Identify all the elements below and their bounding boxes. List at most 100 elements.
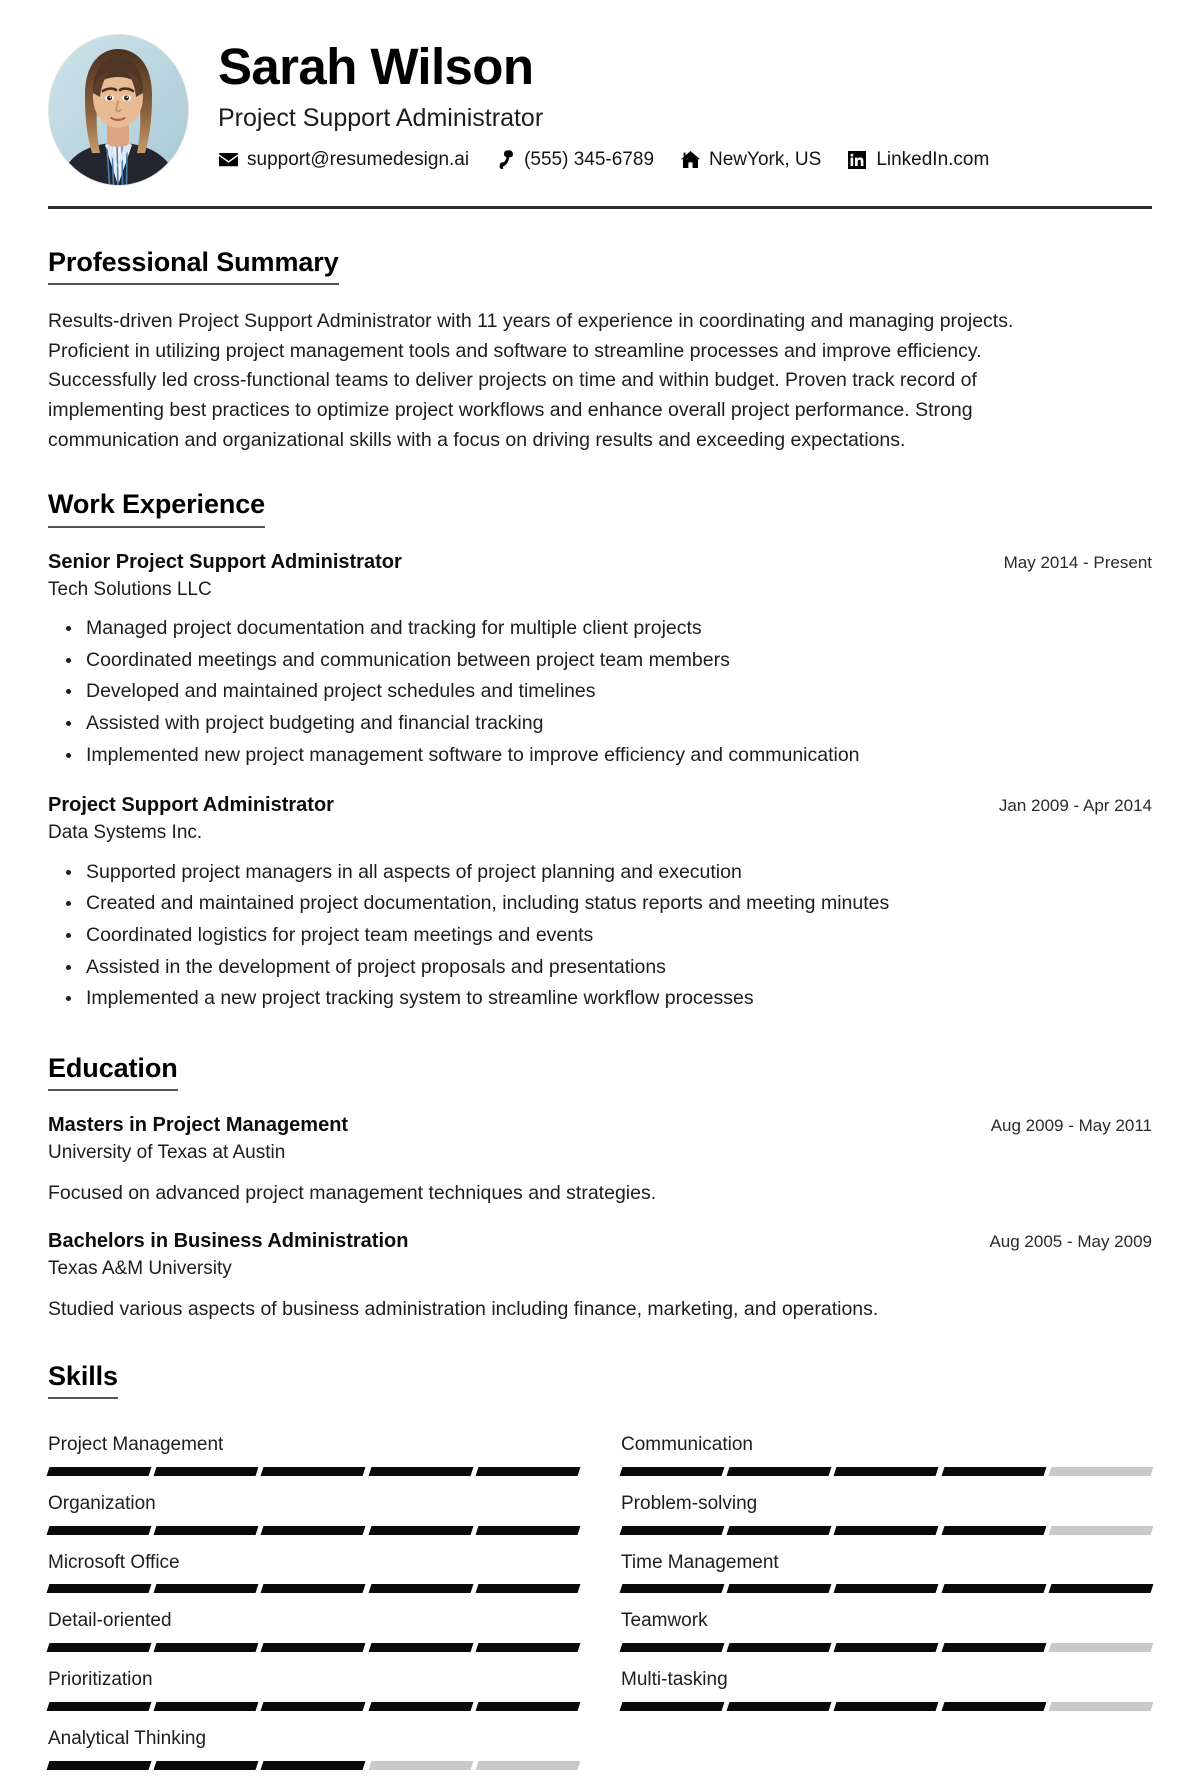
skill-item: Microsoft Office [46, 1535, 581, 1594]
education-entry: Masters in Project Management Aug 2009 -… [48, 1113, 1152, 1207]
skill-level-bar [46, 1584, 581, 1594]
skill-item: Analytical Thinking [46, 1711, 581, 1770]
skill-item: Prioritization [46, 1652, 581, 1711]
avatar [48, 35, 188, 185]
skill-level-bar [46, 1760, 581, 1770]
work-role: Project Support Administrator [48, 794, 334, 817]
linkedin-icon [847, 150, 867, 169]
list-item: Supported project managers in all aspect… [66, 857, 1152, 889]
skill-segment-filled [153, 1701, 259, 1711]
list-item: Created and maintained project documenta… [66, 888, 1152, 920]
skill-segment-filled [1048, 1584, 1154, 1594]
list-item: Assisted in the development of project p… [66, 952, 1152, 984]
skill-level-bar [46, 1701, 581, 1711]
skill-segment-filled [833, 1525, 940, 1535]
section-work-experience: Work Experience Senior Project Support A… [48, 489, 1152, 1014]
section-professional-summary: Professional Summary Results-driven Proj… [48, 247, 1152, 455]
home-icon [680, 150, 700, 169]
skill-name: Time Management [621, 1551, 779, 1573]
work-company: Tech Solutions LLC [48, 578, 212, 600]
avatar-container [48, 34, 188, 186]
skill-segment-filled [475, 1525, 581, 1535]
header-divider [48, 206, 1152, 209]
skill-segment-filled [153, 1760, 259, 1770]
skill-segment-filled [260, 1760, 367, 1770]
skill-item: Multi-tasking [619, 1652, 1154, 1711]
skill-segment-filled [260, 1525, 367, 1535]
list-item: Managed project documentation and tracki… [66, 613, 1152, 645]
skill-segment-filled [726, 1466, 832, 1476]
skill-name: Detail-oriented [48, 1610, 172, 1632]
contact-phone[interactable]: (555) 345-6789 [495, 150, 654, 170]
skill-name: Project Management [48, 1434, 224, 1456]
phone-icon [495, 150, 515, 170]
skill-level-bar [46, 1466, 581, 1476]
skill-segment-filled [941, 1643, 1047, 1653]
work-date: Jan 2009 - Apr 2014 [998, 796, 1152, 816]
skill-item: Problem-solving [619, 1476, 1154, 1535]
education-description: Studied various aspects of business admi… [48, 1297, 879, 1320]
skill-item: Time Management [619, 1535, 1154, 1594]
skill-segment-filled [46, 1760, 152, 1770]
contact-linkedin-text: LinkedIn.com [876, 149, 990, 171]
skill-level-bar [619, 1584, 1154, 1594]
skill-segment-filled [260, 1701, 367, 1711]
skill-segment-filled [941, 1466, 1047, 1476]
education-entry: Bachelors in Business Administration Aug… [48, 1229, 1152, 1323]
work-entry: Project Support Administrator Jan 2009 -… [48, 793, 1152, 1015]
education-description: Focused on advanced project management t… [48, 1181, 657, 1204]
skill-segment-filled [153, 1525, 259, 1535]
work-role: Senior Project Support Administrator [48, 550, 402, 573]
list-item: Implemented a new project tracking syste… [66, 983, 1152, 1015]
education-school: University of Texas at Austin [48, 1141, 286, 1163]
skill-level-bar [619, 1466, 1154, 1476]
skill-segment-filled [833, 1643, 940, 1653]
skill-segment-filled [726, 1525, 832, 1535]
skill-segment-filled [153, 1584, 259, 1594]
contact-linkedin[interactable]: LinkedIn.com [847, 150, 989, 169]
skill-segment-filled [46, 1701, 152, 1711]
skill-segment-filled [833, 1584, 940, 1594]
skill-segment-filled [260, 1584, 367, 1594]
section-title-education: Education [48, 1053, 178, 1091]
skill-name: Multi-tasking [621, 1669, 728, 1691]
skill-segment-filled [475, 1466, 581, 1476]
skill-item: Detail-oriented [46, 1593, 581, 1653]
education-school: Texas A&M University [48, 1257, 232, 1279]
skill-segment-filled [619, 1466, 725, 1476]
section-title-skills: Skills [48, 1361, 118, 1400]
skill-segment-filled [260, 1643, 367, 1653]
work-company: Data Systems Inc. [48, 822, 203, 844]
skill-segment-filled [153, 1643, 259, 1653]
section-skills: Skills Project Management Communication Or… [46, 1361, 1154, 1770]
skill-item: Organization [46, 1476, 581, 1535]
work-entry: Senior Project Support Administrator May… [48, 550, 1152, 772]
portrait-photo-icon [48, 35, 188, 185]
skill-item: Teamwork [619, 1593, 1154, 1653]
skill-segment-filled [368, 1584, 474, 1594]
education-date: Aug 2009 - May 2011 [990, 1115, 1152, 1135]
skill-segment-filled [475, 1584, 581, 1594]
work-date: May 2014 - Present [1003, 552, 1152, 572]
contact-location[interactable]: NewYork, US [680, 150, 821, 169]
skills-grid: Project Management Communication Organizat… [46, 1417, 1154, 1770]
skill-name: Teamwork [621, 1610, 708, 1632]
skill-segment-filled [941, 1525, 1047, 1535]
list-item: Coordinated meetings and communication b… [66, 645, 1152, 677]
skill-segment-filled [46, 1584, 152, 1594]
contact-row: support@resumedesign.ai (555) 345-6789 N… [218, 150, 1152, 170]
section-title-work: Work Experience [48, 489, 265, 528]
skill-segment-filled [368, 1701, 474, 1711]
skill-name: Communication [621, 1434, 753, 1456]
skill-segment-filled [726, 1643, 832, 1653]
skill-segment-filled [475, 1701, 581, 1711]
skill-segment-filled [368, 1643, 474, 1653]
skill-segment-filled [475, 1643, 581, 1653]
contact-location-text: NewYork, US [709, 149, 822, 171]
contact-email[interactable]: support@resumedesign.ai [218, 150, 469, 169]
resume-page: Sarah Wilson Project Support Administrat… [0, 0, 1200, 1780]
skill-segment-filled [833, 1466, 940, 1476]
skill-segment-filled [46, 1466, 152, 1476]
skill-segment-empty [1048, 1466, 1154, 1476]
work-entry-head: Project Support Administrator Jan 2009 -… [48, 793, 1152, 818]
